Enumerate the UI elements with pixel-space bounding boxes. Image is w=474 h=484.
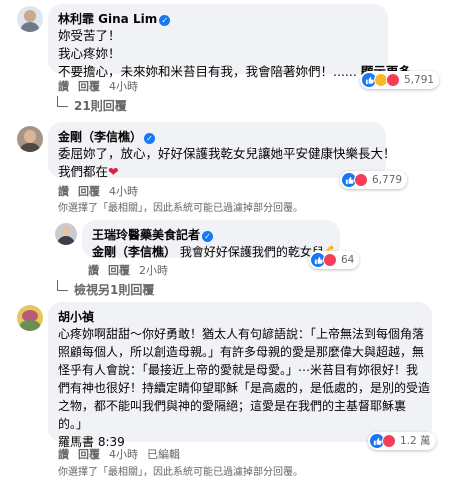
reaction-total: 6,779 [372,174,403,186]
comment-bubble: 胡小禎 心疼妳啊甜甜～你好勇敢！猶太人有句諺語說：「上帝無法到每個角落 照顧每個… [48,302,432,449]
comment-text: 我們都在 [58,164,109,179]
avatar[interactable] [17,305,43,331]
heart-emoji: ❤ [108,164,119,179]
verified-icon: ✓ [144,133,156,144]
comment-actions: 讚回覆 4小時 [58,78,147,94]
avatar[interactable] [17,6,43,32]
reaction-count[interactable]: 5,791 [360,71,440,89]
comment-text: 我會好好保護我們的乾女兒 [179,245,324,259]
comment-line: 委屈妳了，放心，好好保護我乾女兒讓她平安健康快樂長大！ [58,146,396,161]
avatar[interactable] [17,126,43,152]
comment-author[interactable]: 胡小禎 [58,308,422,325]
reaction-total: 5,791 [404,74,435,86]
reply-bubble: 王瑞玲醫藥美食記者✓ 金剛（李信樵） 我會好好保護我們的乾女兒💪 [82,220,340,261]
comment-line: 心疼妳啊甜甜～你好勇敢！猶太人有句諺語說：「上帝無法到每個角落 [58,327,425,341]
comment-text: 不要擔心，未來妳和米苔目有我，我會陪著妳們！...... [58,64,357,79]
love-reaction-icon [386,73,400,87]
reaction-total: 64 [341,254,355,266]
reaction-total: 1.2 萬 [400,435,431,447]
comment-line: 的。」 [58,417,89,431]
comment-line: 妳受苦了！ [58,28,121,43]
comment-line: 照顧每個人，所以創造母親。」有許多母親的愛是那麼偉大與超越，無 [58,345,425,359]
comment-bubble: 金剛（李信樵） ✓ 委屈妳了，放心，好好保護我乾女兒讓她平安健康快樂長大！ 我們都… [48,122,396,181]
mention-link[interactable]: 金剛（李信樵） [92,245,176,259]
view-replies-label: 21則回覆 [74,99,127,113]
timestamp[interactable]: 4小時 [109,448,138,461]
reaction-count[interactable]: 64 [309,251,360,269]
comment-actions: 讚回覆 4小時 已編輯 [58,446,189,462]
timestamp[interactable]: 4小時 [109,80,138,93]
comment-author[interactable]: 林利霏 Gina Lim [58,12,157,26]
comment-bubble: 林利霏 Gina Lim ✓ 妳受苦了！ 我心疼妳！ 不要擔心，未來妳和米苔目有我… [48,4,411,79]
comment-actions: 讚回覆 4小時 [58,183,147,199]
comment-author[interactable]: 金剛（李信樵） [58,130,142,144]
reply-arrow-icon [57,280,68,291]
view-replies-link[interactable]: 21則回覆 [57,96,127,114]
like-link[interactable]: 讚 [58,185,69,198]
timestamp[interactable]: 4小時 [109,185,138,198]
avatar[interactable] [55,223,77,245]
filter-note: 你選擇了「最相關」，因此系統可能已過濾掉部分回覆。 [58,203,303,214]
comment-actions: 讚回覆 2小時 [88,262,177,278]
view-replies-label: 檢視另1則回覆 [74,283,155,297]
reaction-count[interactable]: 6,779 [340,171,408,189]
comment-line: 金剛（李信樵） 我會好好保護我們的乾女兒💪 [92,243,339,261]
timestamp[interactable]: 2小時 [139,264,168,277]
reply-link[interactable]: 回覆 [78,80,100,93]
filter-note: 你選擇了「最相關」，因此系統可能已過濾掉部分回覆。 [58,467,303,478]
verified-icon: ✓ [159,15,171,26]
view-replies-link[interactable]: 檢視另1則回覆 [57,280,154,298]
reply-link[interactable]: 回覆 [108,264,130,277]
like-link[interactable]: 讚 [88,264,99,277]
reply-link[interactable]: 回覆 [78,185,100,198]
comment-line: 我們都在❤ [58,163,376,181]
edited-label[interactable]: 已編輯 [147,448,180,461]
comment-author[interactable]: 王瑞玲醫藥美食記者 [92,228,200,242]
reaction-count[interactable]: 1.2 萬 [368,432,436,450]
reply-arrow-icon [57,96,68,107]
like-link[interactable]: 讚 [58,80,69,93]
reply-link[interactable]: 回覆 [78,448,100,461]
comment-line: 我心疼妳！ [58,46,121,61]
love-reaction-icon [323,253,337,267]
love-reaction-icon [382,434,396,448]
comment-line: 之物，都不能叫我們與神的愛隔絕；這愛是在我們的主基督耶穌裏 [58,399,407,413]
love-reaction-icon [354,173,368,187]
comment-line: 怪乎有人會說：「最接近上帝的愛就是母愛。」⋯米苔目有妳很好！我 [58,363,419,377]
verified-icon: ✓ [202,231,214,242]
like-link[interactable]: 讚 [58,448,69,461]
comment-line: 們有神也很好！持續定睛仰望耶穌「是高處的，是低處的，是別的受造 [58,381,431,395]
